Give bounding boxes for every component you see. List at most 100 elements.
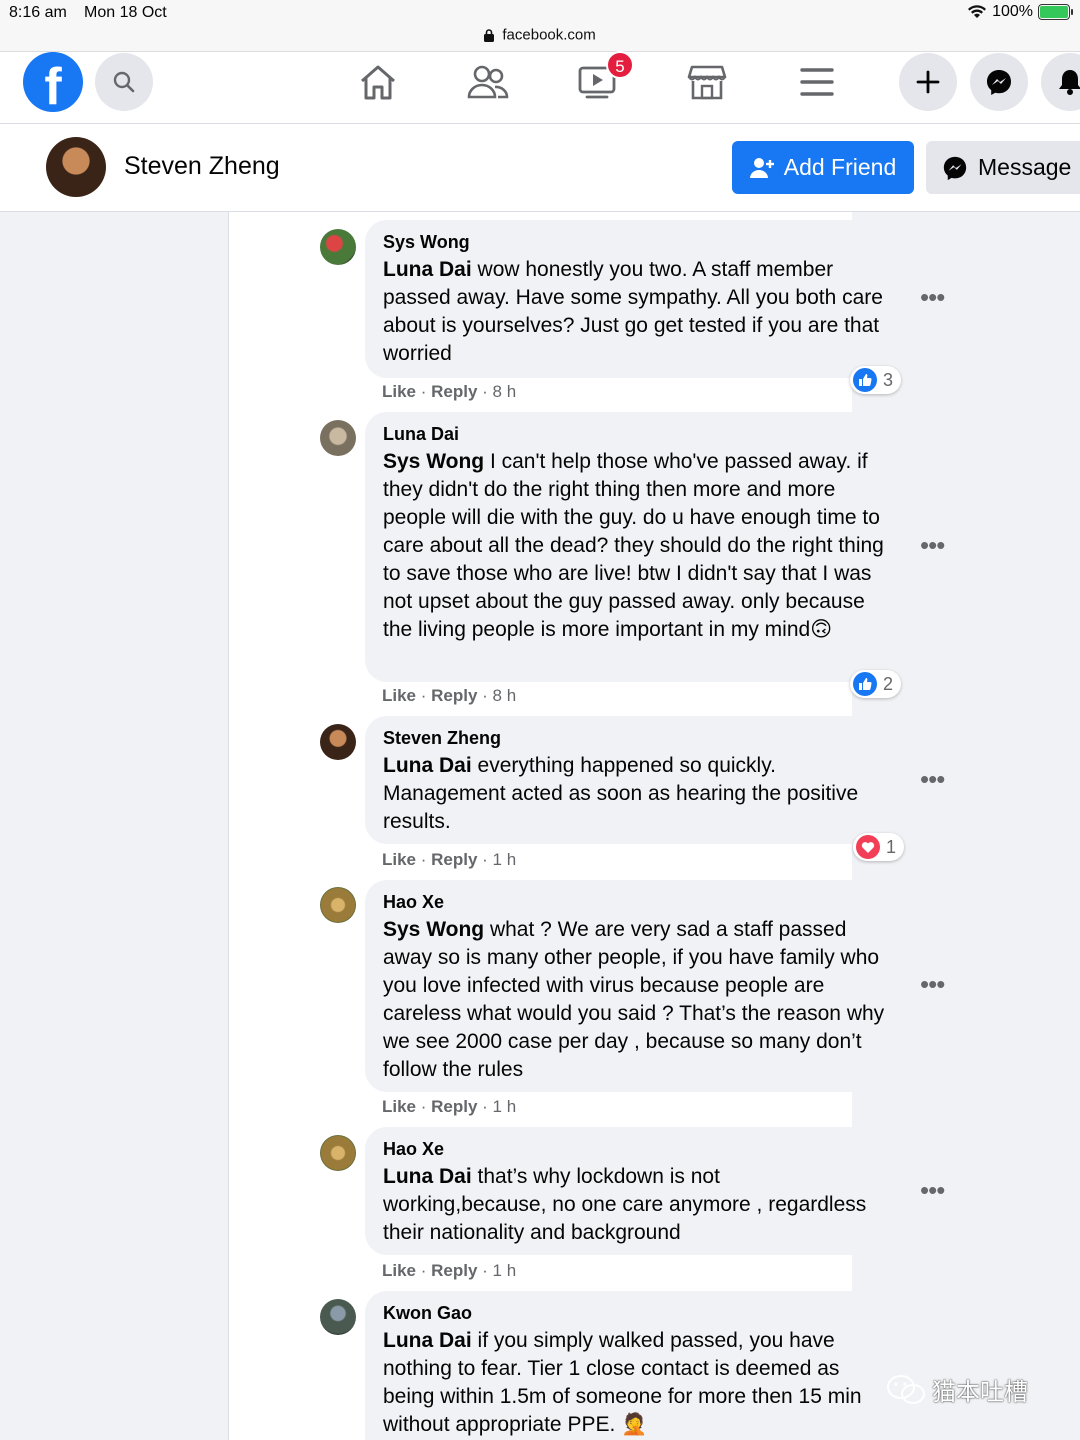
- wifi-icon: [968, 5, 987, 18]
- battery-percent: 100%: [992, 3, 1033, 20]
- comment-author[interactable]: Luna Dai: [383, 422, 885, 446]
- avatar[interactable]: [320, 724, 356, 760]
- comment-time[interactable]: 8 h: [493, 686, 517, 705]
- facebook-nav: f 5: [0, 51, 1080, 124]
- add-friend-icon: [749, 157, 774, 178]
- friends-tab[interactable]: [466, 62, 510, 102]
- more-options-icon[interactable]: •••: [920, 1175, 945, 1206]
- comment-actions: Like · Reply · 1 h: [382, 850, 517, 869]
- profile-name[interactable]: Steven Zheng: [124, 152, 280, 181]
- comment-mention[interactable]: Luna Dai: [383, 258, 472, 281]
- url-text: facebook.com: [502, 26, 596, 44]
- watch-notification-badge: 5: [606, 51, 634, 79]
- like-reaction-icon: [853, 368, 877, 392]
- reaction-count: 1: [886, 836, 897, 857]
- comment-actions: Like · Reply · 8 h: [382, 382, 517, 401]
- lock-icon: [484, 28, 495, 42]
- watermark: 猫本吐槽: [886, 1372, 1028, 1407]
- more-options-icon[interactable]: •••: [920, 969, 945, 1000]
- like-link[interactable]: Like: [382, 382, 416, 401]
- like-link[interactable]: Like: [382, 1261, 416, 1280]
- comment-mention[interactable]: Sys Wong: [383, 450, 484, 473]
- comment-time[interactable]: 1 h: [493, 1261, 517, 1280]
- menu-icon: [800, 68, 834, 96]
- home-tab[interactable]: [356, 62, 400, 102]
- more-options-icon[interactable]: •••: [920, 764, 945, 795]
- comment-text: Luna Dai that’s why lockdown is not work…: [383, 1163, 885, 1247]
- love-reaction-icon: [856, 835, 880, 859]
- messenger-button[interactable]: [970, 53, 1028, 111]
- comment-text: Luna Dai wow honestly you two. A staff m…: [383, 256, 885, 368]
- profile-avatar[interactable]: [46, 137, 106, 197]
- like-link[interactable]: Like: [382, 850, 416, 869]
- add-friend-button[interactable]: Add Friend: [732, 141, 914, 194]
- reaction-summary[interactable]: 3: [850, 366, 902, 394]
- like-link[interactable]: Like: [382, 1097, 416, 1116]
- bell-icon: [1059, 70, 1080, 95]
- reply-link[interactable]: Reply: [431, 382, 477, 401]
- comment-bubble: Hao Xe Luna Dai that’s why lockdown is n…: [365, 1127, 903, 1255]
- message-label: Message: [978, 154, 1072, 180]
- search-icon: [113, 71, 135, 93]
- comment-author[interactable]: Hao Xe: [383, 1137, 885, 1161]
- reply-link[interactable]: Reply: [431, 686, 477, 705]
- like-link[interactable]: Like: [382, 686, 416, 705]
- menu-tab[interactable]: [795, 62, 839, 102]
- avatar[interactable]: [320, 420, 356, 456]
- comment-author[interactable]: Kwon Gao: [383, 1301, 885, 1325]
- url-bar[interactable]: facebook.com: [0, 26, 1080, 52]
- reaction-summary[interactable]: 2: [850, 670, 902, 698]
- comment-time[interactable]: 1 h: [493, 850, 517, 869]
- comment-mention[interactable]: Luna Dai: [383, 1329, 472, 1352]
- comment-mention[interactable]: Luna Dai: [383, 754, 472, 777]
- reply-link[interactable]: Reply: [431, 850, 477, 869]
- comment-bubble: Kwon Gao Luna Dai if you simply walked p…: [365, 1291, 903, 1440]
- reply-link[interactable]: Reply: [431, 1097, 477, 1116]
- comment-actions: Like · Reply · 1 h: [382, 1261, 517, 1280]
- comment-time[interactable]: 1 h: [493, 1097, 517, 1116]
- avatar[interactable]: [320, 1135, 356, 1171]
- comment-body: I can't help those who've passed away. i…: [383, 450, 884, 641]
- comment-text: Luna Dai if you simply walked passed, yo…: [383, 1327, 885, 1439]
- marketplace-tab[interactable]: [685, 62, 729, 102]
- comment-body: what ? We are very sad a staff passed aw…: [383, 918, 885, 1081]
- plus-icon: [916, 70, 940, 94]
- search-button[interactable]: [95, 53, 153, 111]
- profile-header: Steven Zheng Add Friend Message: [0, 124, 1080, 212]
- reply-link[interactable]: Reply: [431, 1261, 477, 1280]
- status-bar: 8:16 am Mon 18 Oct 100%: [0, 0, 1080, 26]
- comment-bubble: Hao Xe Sys Wong what ? We are very sad a…: [365, 880, 903, 1092]
- like-reaction-icon: [853, 672, 877, 696]
- avatar[interactable]: [320, 1299, 356, 1335]
- reaction-count: 3: [883, 369, 894, 390]
- home-icon: [361, 65, 395, 100]
- comment-time[interactable]: 8 h: [493, 382, 517, 401]
- add-friend-label: Add Friend: [783, 154, 897, 180]
- more-options-icon[interactable]: •••: [920, 530, 945, 561]
- battery-icon: [1038, 4, 1073, 20]
- comment-actions: Like · Reply · 1 h: [382, 1097, 517, 1116]
- message-button[interactable]: Message: [926, 141, 1080, 194]
- marketplace-icon: [687, 65, 727, 100]
- facebook-logo-icon[interactable]: f: [23, 52, 83, 112]
- status-time: 8:16 am: [9, 4, 67, 21]
- comment-bubble: Steven Zheng Luna Dai everything happene…: [365, 716, 903, 844]
- comment-mention[interactable]: Luna Dai: [383, 1165, 472, 1188]
- create-button[interactable]: [899, 53, 957, 111]
- messenger-icon: [943, 156, 967, 180]
- notifications-button[interactable]: [1041, 53, 1080, 111]
- comment-mention[interactable]: Sys Wong: [383, 918, 484, 941]
- watermark-text: 猫本吐槽: [932, 1379, 1028, 1406]
- reaction-summary[interactable]: 1: [853, 833, 905, 861]
- comment-bubble: Sys Wong Luna Dai wow honestly you two. …: [365, 220, 903, 378]
- comment-bubble: Luna Dai Sys Wong I can't help those who…: [365, 412, 903, 682]
- wechat-icon: [887, 1374, 925, 1404]
- comment-text: Sys Wong I can't help those who've passe…: [383, 448, 885, 644]
- more-options-icon[interactable]: •••: [920, 282, 945, 313]
- comment-author[interactable]: Sys Wong: [383, 230, 885, 254]
- avatar[interactable]: [320, 229, 356, 265]
- comment-author[interactable]: Hao Xe: [383, 890, 885, 914]
- avatar[interactable]: [320, 887, 356, 923]
- comment-author[interactable]: Steven Zheng: [383, 726, 885, 750]
- comment-text: Sys Wong what ? We are very sad a staff …: [383, 916, 885, 1084]
